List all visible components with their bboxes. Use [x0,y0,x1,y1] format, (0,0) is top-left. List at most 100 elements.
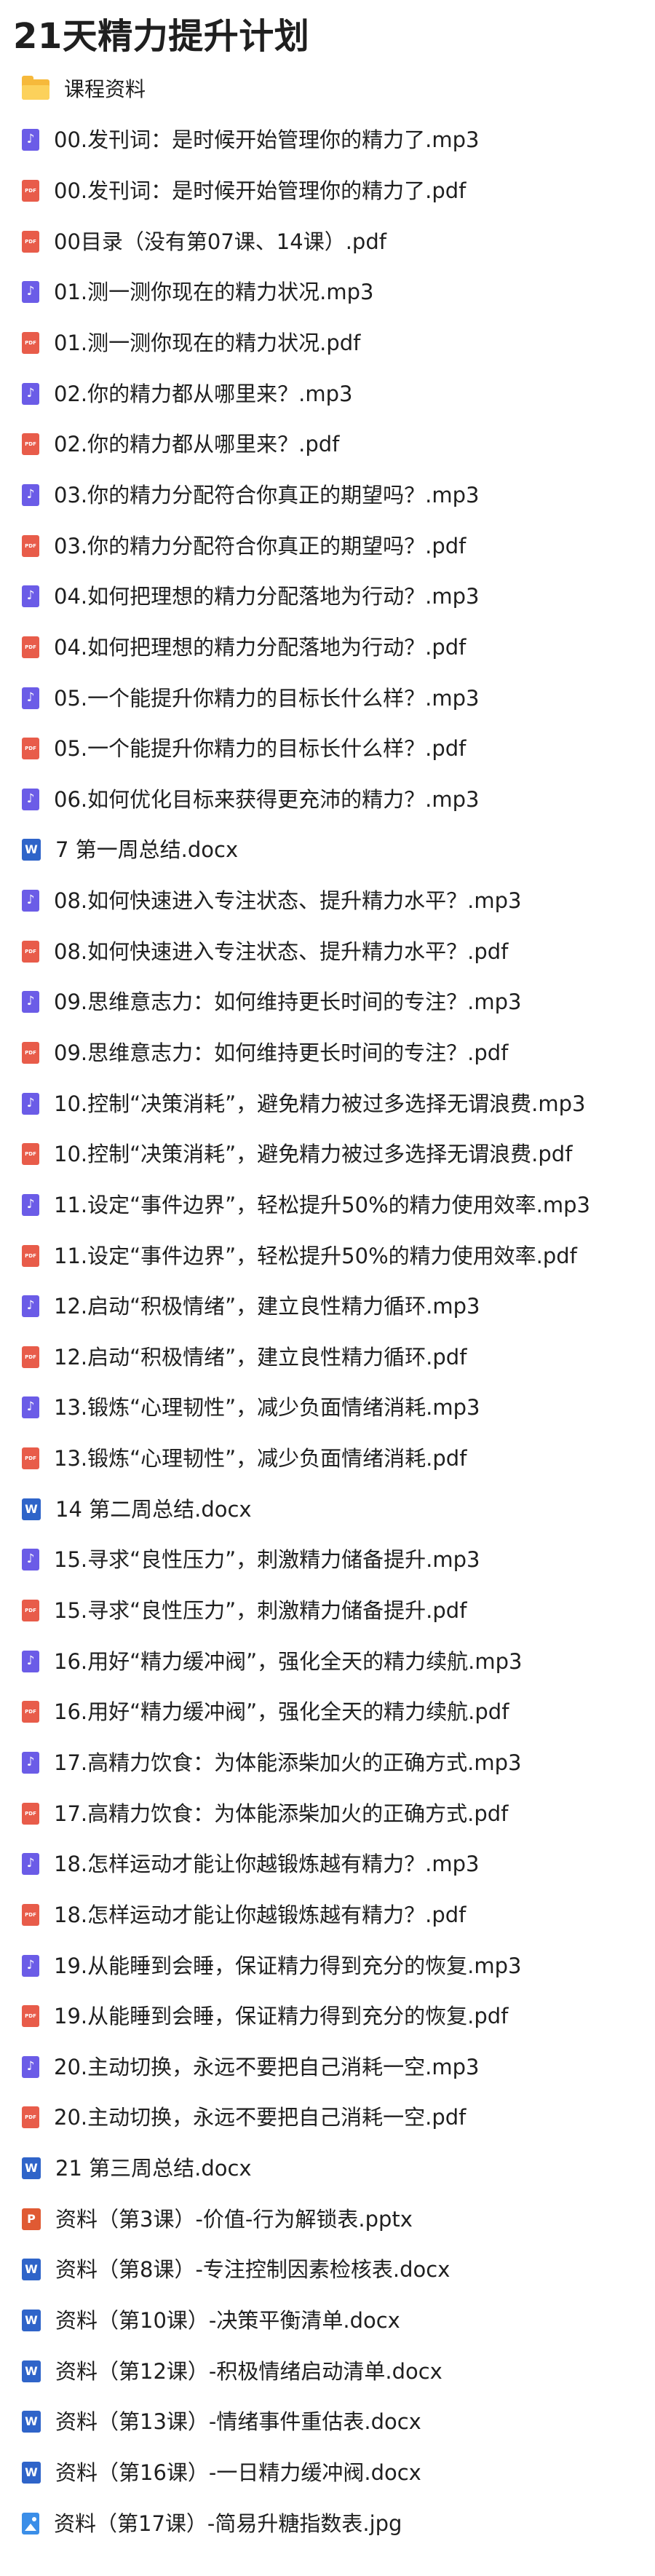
file-name: 7 第一周总结.docx [55,837,239,863]
file-name: 03.你的精力分配符合你真正的期望吗？.mp3 [54,482,480,507]
file-name: 01.测一测你现在的精力状况.pdf [54,331,361,356]
file-item[interactable]: 01.测一测你现在的精力状况.mp3 [0,267,655,318]
file-item[interactable]: 06.如何优化目标来获得更充沛的精力？.mp3 [0,774,655,825]
file-name: 20.主动切换，永远不要把自己消耗一空.pdf [54,2105,467,2130]
word-file-icon [22,1498,41,1520]
audio-file-icon [22,2055,39,2078]
pdf-file-icon [22,1143,39,1166]
file-name: 00目录（没有第07课、14课）.pdf [54,229,386,254]
file-item[interactable]: 09.思维意志力：如何维持更长时间的专注？.mp3 [0,977,655,1028]
file-name: 12.启动“积极情绪”，建立良性精力循环.mp3 [54,1294,480,1319]
word-file-icon [22,2157,41,2180]
audio-file-icon [22,890,39,912]
file-name: 15.寻求“良性压力”，刺激精力储备提升.mp3 [54,1547,480,1573]
file-item[interactable]: 09.思维意志力：如何维持更长时间的专注？.pdf [0,1027,655,1078]
file-name: 04.如何把理想的精力分配落地为行动？.pdf [54,634,467,660]
file-item[interactable]: 04.如何把理想的精力分配落地为行动？.mp3 [0,571,655,622]
file-item[interactable]: 资料（第12课）-积极情绪启动清单.docx [0,2346,655,2397]
file-item[interactable]: 15.寻求“良性压力”，刺激精力储备提升.mp3 [0,1535,655,1586]
audio-file-icon [22,585,39,608]
file-item[interactable]: 03.你的精力分配符合你真正的期望吗？.mp3 [0,470,655,521]
file-item[interactable]: 13.锻炼“心理韧性”，减少负面情绪消耗.pdf [0,1433,655,1484]
file-name: 16.用好“精力缓冲阀”，强化全天的精力续航.pdf [54,1699,509,1725]
audio-file-icon [22,1650,39,1672]
file-name: 02.你的精力都从哪里来？.pdf [54,432,340,457]
file-item[interactable]: 20.主动切换，永远不要把自己消耗一空.mp3 [0,2042,655,2093]
pdf-file-icon [22,332,39,355]
file-item[interactable]: 12.启动“积极情绪”，建立良性精力循环.mp3 [0,1281,655,1332]
pdf-file-icon [22,636,39,658]
file-item[interactable]: 18.怎样运动才能让你越锻炼越有精力？.pdf [0,1889,655,1940]
file-name: 20.主动切换，永远不要把自己消耗一空.mp3 [54,2054,480,2079]
file-item[interactable]: 08.如何快速进入专注状态、提升精力水平？.mp3 [0,875,655,926]
file-item[interactable]: 05.一个能提升你精力的目标长什么样？.pdf [0,723,655,774]
file-item[interactable]: 10.控制“决策消耗”，避免精力被过多选择无谓浪费.pdf [0,1129,655,1180]
file-name: 资料（第3课）-价值-行为解锁表.pptx [55,2206,413,2232]
file-item[interactable]: 资料（第3课）-价值-行为解锁表.pptx [0,2194,655,2245]
file-name: 15.寻求“良性压力”，刺激精力储备提升.pdf [54,1598,467,1624]
audio-file-icon [22,687,39,709]
pdf-file-icon [22,1346,39,1368]
file-name: 14 第二周总结.docx [55,1496,252,1522]
file-item[interactable]: 04.如何把理想的精力分配落地为行动？.pdf [0,622,655,673]
file-item[interactable]: 资料（第8课）-专注控制因素检核表.docx [0,2245,655,2296]
file-item[interactable]: 01.测一测你现在的精力状况.pdf [0,317,655,368]
file-name: 18.怎样运动才能让你越锻炼越有精力？.mp3 [54,1852,480,1877]
file-name: 16.用好“精力缓冲阀”，强化全天的精力续航.mp3 [54,1648,523,1674]
file-name: 17.高精力饮食：为体能添柴加火的正确方式.mp3 [54,1750,522,1775]
file-name: 04.如何把理想的精力分配落地为行动？.mp3 [54,584,480,609]
file-name: 资料（第10课）-决策平衡清单.docx [55,2308,400,2333]
file-item[interactable]: 19.从能睡到会睡，保证精力得到充分的恢复.pdf [0,1991,655,2042]
file-item[interactable]: 21 第三周总结.docx [0,2143,655,2194]
file-item[interactable]: 19.从能睡到会睡，保证精力得到充分的恢复.mp3 [0,1940,655,1991]
file-item[interactable]: 20.主动切换，永远不要把自己消耗一空.pdf [0,2093,655,2144]
file-item[interactable]: 11.设定“事件边界”，轻松提升50%的精力使用效率.pdf [0,1230,655,1281]
file-item[interactable]: 14 第二周总结.docx [0,1484,655,1535]
file-item[interactable]: 03.你的精力分配符合你真正的期望吗？.pdf [0,521,655,572]
file-name: 资料（第16课）-一日精力缓冲阀.docx [55,2460,421,2485]
word-file-icon [22,2310,41,2331]
file-name: 资料（第17课）-简易升糖指数表.jpg [54,2510,402,2536]
file-listing-page: 21天精力提升计划 课程资料 00.发刊词：是时候开始管理你的精力了.mp3 00… [0,0,655,2576]
file-item[interactable]: 00.发刊词：是时候开始管理你的精力了.mp3 [0,115,655,166]
file-item[interactable]: 08.如何快速进入专注状态、提升精力水平？.pdf [0,926,655,977]
pdf-file-icon [22,1903,39,1926]
audio-file-icon [22,129,39,151]
audio-file-icon [22,1954,39,1977]
file-item[interactable]: 资料（第17课）-简易升糖指数表.jpg [0,2498,655,2549]
file-item[interactable]: 00目录（没有第07课、14课）.pdf [0,216,655,267]
audio-file-icon [22,382,39,405]
pdf-file-icon [22,2106,39,2129]
file-name: 03.你的精力分配符合你真正的期望吗？.pdf [54,533,467,558]
file-item[interactable]: 15.寻求“良性压力”，刺激精力储备提升.pdf [0,1585,655,1636]
file-name: 05.一个能提升你精力的目标长什么样？.mp3 [54,685,480,711]
file-item[interactable]: 7 第一周总结.docx [0,825,655,876]
file-name: 06.如何优化目标来获得更充沛的精力？.mp3 [54,786,480,812]
file-item[interactable]: 16.用好“精力缓冲阀”，强化全天的精力续航.mp3 [0,1636,655,1687]
file-item[interactable]: 13.锻炼“心理韧性”，减少负面情绪消耗.mp3 [0,1383,655,1434]
file-item[interactable]: 02.你的精力都从哪里来？.mp3 [0,368,655,419]
file-item[interactable]: 10.控制“决策消耗”，避免精力被过多选择无谓浪费.mp3 [0,1078,655,1129]
folder-item-course-materials[interactable]: 课程资料 [0,64,655,115]
file-item[interactable]: 资料（第16课）-一日精力缓冲阀.docx [0,2447,655,2498]
pdf-file-icon [22,1244,39,1267]
word-file-icon [22,2461,41,2484]
file-item[interactable]: 18.怎样运动才能让你越锻炼越有精力？.mp3 [0,1838,655,1889]
file-item[interactable]: 17.高精力饮食：为体能添柴加火的正确方式.pdf [0,1788,655,1839]
pdf-file-icon [22,1701,39,1723]
file-item[interactable]: 12.启动“积极情绪”，建立良性精力循环.pdf [0,1332,655,1383]
file-item[interactable]: 00.发刊词：是时候开始管理你的精力了.pdf [0,165,655,216]
file-item[interactable]: 16.用好“精力缓冲阀”，强化全天的精力续航.pdf [0,1687,655,1738]
file-item[interactable]: 资料（第10课）-决策平衡清单.docx [0,2295,655,2346]
file-name: 08.如何快速进入专注状态、提升精力水平？.mp3 [54,888,522,914]
pdf-file-icon [22,433,39,456]
file-item[interactable]: 11.设定“事件边界”，轻松提升50%的精力使用效率.mp3 [0,1180,655,1230]
file-item[interactable]: 02.你的精力都从哪里来？.pdf [0,419,655,470]
file-item[interactable]: 05.一个能提升你精力的目标长什么样？.mp3 [0,673,655,724]
file-item[interactable]: 17.高精力饮食：为体能添柴加火的正确方式.mp3 [0,1737,655,1788]
file-item[interactable]: 资料（第13课）-情绪事件重估表.docx [0,2396,655,2447]
audio-file-icon [22,281,39,304]
pdf-file-icon [22,180,39,202]
file-name: 09.思维意志力：如何维持更长时间的专注？.pdf [54,1040,509,1065]
audio-file-icon [22,1092,39,1115]
